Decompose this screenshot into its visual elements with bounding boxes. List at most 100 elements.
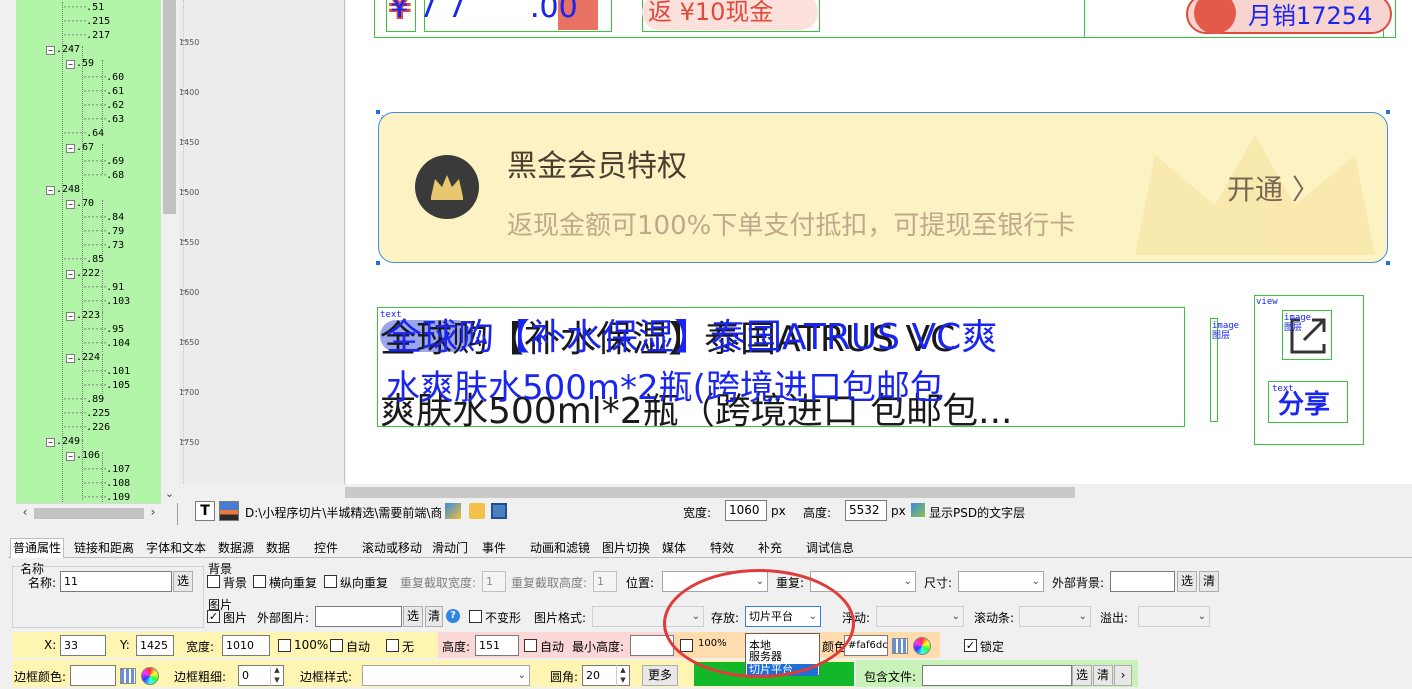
scrollbar-select[interactable]: ⌄ (1019, 606, 1091, 627)
share-label[interactable]: 分享 (1278, 384, 1330, 421)
tree-node[interactable]: ······.89 (62, 394, 104, 406)
size-select[interactable]: ⌄ (958, 571, 1044, 592)
bg-hrepeat-checkbox[interactable] (253, 575, 266, 588)
tab-0[interactable]: 普通属性 (10, 538, 65, 559)
tab-12[interactable]: 特效 (708, 540, 736, 556)
tree-node[interactable]: ······.105 (82, 380, 130, 392)
tree-node[interactable]: ······.51 (62, 2, 104, 14)
include-select-button[interactable]: 选 (1072, 665, 1092, 686)
save-icon[interactable] (491, 503, 507, 519)
tree-node[interactable]: ······.84 (82, 212, 124, 224)
bg-checkbox[interactable] (207, 575, 220, 588)
tree-vertical-scrollbar[interactable]: ⌄ (161, 0, 178, 503)
ext-bg-select-button[interactable]: 选 (1177, 571, 1197, 592)
tree-collapse-icon[interactable]: − (66, 312, 75, 321)
width-100-checkbox[interactable] (278, 639, 291, 652)
folder-icon[interactable] (469, 503, 485, 519)
image-layer-icon[interactable] (219, 501, 239, 521)
page-height-field[interactable]: 5532 (845, 500, 887, 521)
name-input[interactable]: 11 (60, 571, 172, 592)
ext-bg-clear-button[interactable]: 清 (1199, 571, 1219, 592)
lock-checkbox[interactable]: ✓ (964, 639, 977, 652)
y-input[interactable]: 1425 (136, 635, 174, 656)
tree-collapse-icon[interactable]: − (66, 144, 75, 153)
float-select[interactable]: ⌄ (876, 606, 964, 627)
tree-collapse-icon[interactable]: − (66, 452, 75, 461)
repeat-height-input[interactable]: 1 (593, 571, 617, 592)
tree-node[interactable]: ······.62 (82, 100, 124, 112)
layer-tree[interactable]: ······.51 ······.215 ······.217− .247− .59 ··… (16, 0, 161, 503)
tree-node[interactable]: ······.217 (62, 30, 110, 42)
tree-node[interactable]: ······.109 (82, 492, 130, 503)
include-file-input[interactable] (922, 665, 1072, 686)
tree-collapse-icon[interactable]: − (66, 354, 75, 363)
tree-node[interactable]: ······.64 (62, 128, 104, 140)
name-select-button[interactable]: 选 (173, 571, 193, 592)
tree-node[interactable]: ······.95 (82, 324, 124, 336)
tree-node[interactable]: − .249 (46, 436, 80, 448)
border-style-select[interactable]: ⌄ (362, 665, 530, 686)
overflow-select[interactable]: ⌄ (1138, 606, 1210, 627)
tree-node[interactable]: ······.103 (82, 296, 130, 308)
chevron-right-icon[interactable]: › (146, 506, 160, 520)
show-psd-text-link[interactable]: 显示PSD的文字层 (929, 504, 1025, 521)
tree-node[interactable]: ······.61 (82, 86, 124, 98)
bg-vrepeat-checkbox[interactable] (324, 575, 337, 588)
chevron-down-icon[interactable]: ⌄ (163, 488, 176, 501)
selection-handle[interactable] (1386, 261, 1390, 265)
width-input[interactable]: 1010 (222, 635, 270, 656)
vip-card[interactable]: 黑金会员特权 返现金额可100%下单支付抵扣，可提现至银行卡 开通 〉 (378, 112, 1388, 263)
tree-collapse-icon[interactable]: − (66, 200, 75, 209)
tab-14[interactable]: 调试信息 (804, 540, 856, 556)
height-input[interactable]: 151 (475, 635, 519, 656)
tab-7[interactable]: 滑动门 (430, 540, 470, 556)
color-wheel-icon[interactable] (913, 637, 931, 655)
tree-collapse-icon[interactable]: − (66, 270, 75, 279)
tree-node[interactable]: ······.91 (82, 282, 124, 294)
tab-10[interactable]: 图片切换 (600, 540, 652, 556)
tab-13[interactable]: 补充 (756, 540, 784, 556)
tree-collapse-icon[interactable]: − (66, 60, 75, 69)
palette-grid-icon[interactable] (892, 638, 908, 654)
selection-handle[interactable] (1386, 110, 1390, 114)
tree-scroll-thumb[interactable] (163, 0, 176, 214)
tab-9[interactable]: 动画和滤镜 (528, 540, 592, 556)
img-checkbox[interactable]: ✓ (207, 610, 220, 623)
tree-node[interactable]: ······.215 (62, 16, 110, 28)
tab-8[interactable]: 事件 (480, 540, 508, 556)
ext-img-select-button[interactable]: 选 (403, 606, 423, 627)
tab-3[interactable]: 数据源 (216, 540, 256, 556)
page-width-field[interactable]: 1060 (725, 500, 767, 521)
width-auto-checkbox[interactable] (330, 639, 343, 652)
ext-img-input[interactable] (315, 606, 402, 627)
psd-text-icon[interactable] (911, 503, 925, 517)
tree-collapse-icon[interactable]: − (46, 186, 55, 195)
tab-6[interactable]: 滚动或移动 (360, 540, 424, 556)
tree-hscroll-thumb[interactable] (34, 508, 144, 519)
vip-open-button[interactable]: 开通 〉 (1227, 168, 1320, 208)
tree-horizontal-scrollbar[interactable]: ‹ › (16, 503, 161, 522)
include-expand-button[interactable]: › (1114, 665, 1132, 686)
tree-node[interactable]: − .247 (46, 44, 80, 56)
tab-11[interactable]: 媒体 (660, 540, 688, 556)
tree-node[interactable]: ······.104 (82, 338, 130, 350)
tree-node[interactable]: ······.107 (82, 464, 130, 476)
help-icon[interactable]: ? (446, 609, 460, 623)
width-none-checkbox[interactable] (386, 639, 399, 652)
repeat-width-input[interactable]: 1 (482, 571, 506, 592)
tree-node[interactable]: − .106 (66, 450, 100, 462)
tree-node[interactable]: − .223 (66, 310, 100, 322)
no-deform-checkbox[interactable] (469, 610, 482, 623)
tree-node[interactable]: ······.79 (82, 226, 124, 238)
tree-node[interactable]: ······.225 (62, 408, 110, 420)
tree-node[interactable]: − .222 (66, 268, 100, 280)
height-auto-checkbox[interactable] (524, 639, 537, 652)
tree-node[interactable]: − .248 (46, 184, 80, 196)
design-canvas[interactable]: ¥ ¥ 7 7 .00 .00 返 ¥10现金 月销17254 image 图层… (346, 0, 1412, 484)
palette-grid-icon[interactable] (120, 668, 136, 684)
tab-5[interactable]: 控件 (312, 540, 340, 556)
canvas-scroll-thumb[interactable] (345, 487, 1075, 498)
ext-img-clear-button[interactable]: 清 (425, 606, 443, 627)
tree-node[interactable]: − .224 (66, 352, 100, 364)
psd-icon[interactable] (445, 503, 461, 519)
